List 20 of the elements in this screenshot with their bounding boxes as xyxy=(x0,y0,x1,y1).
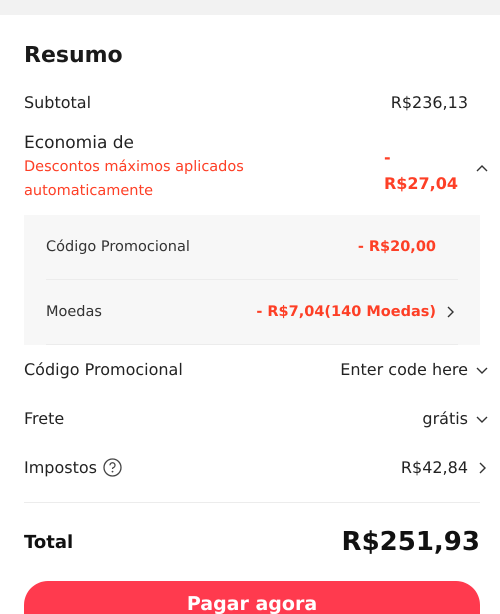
discount-label: Moedas xyxy=(46,304,102,320)
discount-value: - R$20,00 xyxy=(358,239,436,255)
savings-note: Descontos máximos aplicados automaticamente xyxy=(24,158,245,201)
total-value: R$251,93 xyxy=(342,527,480,557)
help-icon[interactable] xyxy=(102,458,122,477)
savings-value: - R$27,04 xyxy=(384,147,458,195)
row-label: Subtotal xyxy=(24,93,92,112)
row-label: Frete xyxy=(24,409,64,428)
pay-button[interactable]: Pagar agora xyxy=(24,581,480,614)
row-label: Impostos xyxy=(24,458,97,477)
row-value: Enter code here xyxy=(340,360,468,379)
row-value: R$42,84 xyxy=(400,458,468,477)
summary-title: Resumo xyxy=(24,43,124,68)
discount-label: Código Promocional xyxy=(46,239,190,255)
discount-value: - R$7,04(140 Moedas) xyxy=(256,304,436,320)
savings-label: Economia de xyxy=(24,132,136,155)
row-value: R$236,13 xyxy=(390,93,468,112)
total-label: Total xyxy=(24,532,74,552)
row-label: Código Promocional xyxy=(24,360,183,379)
row-value: grátis xyxy=(422,409,468,428)
